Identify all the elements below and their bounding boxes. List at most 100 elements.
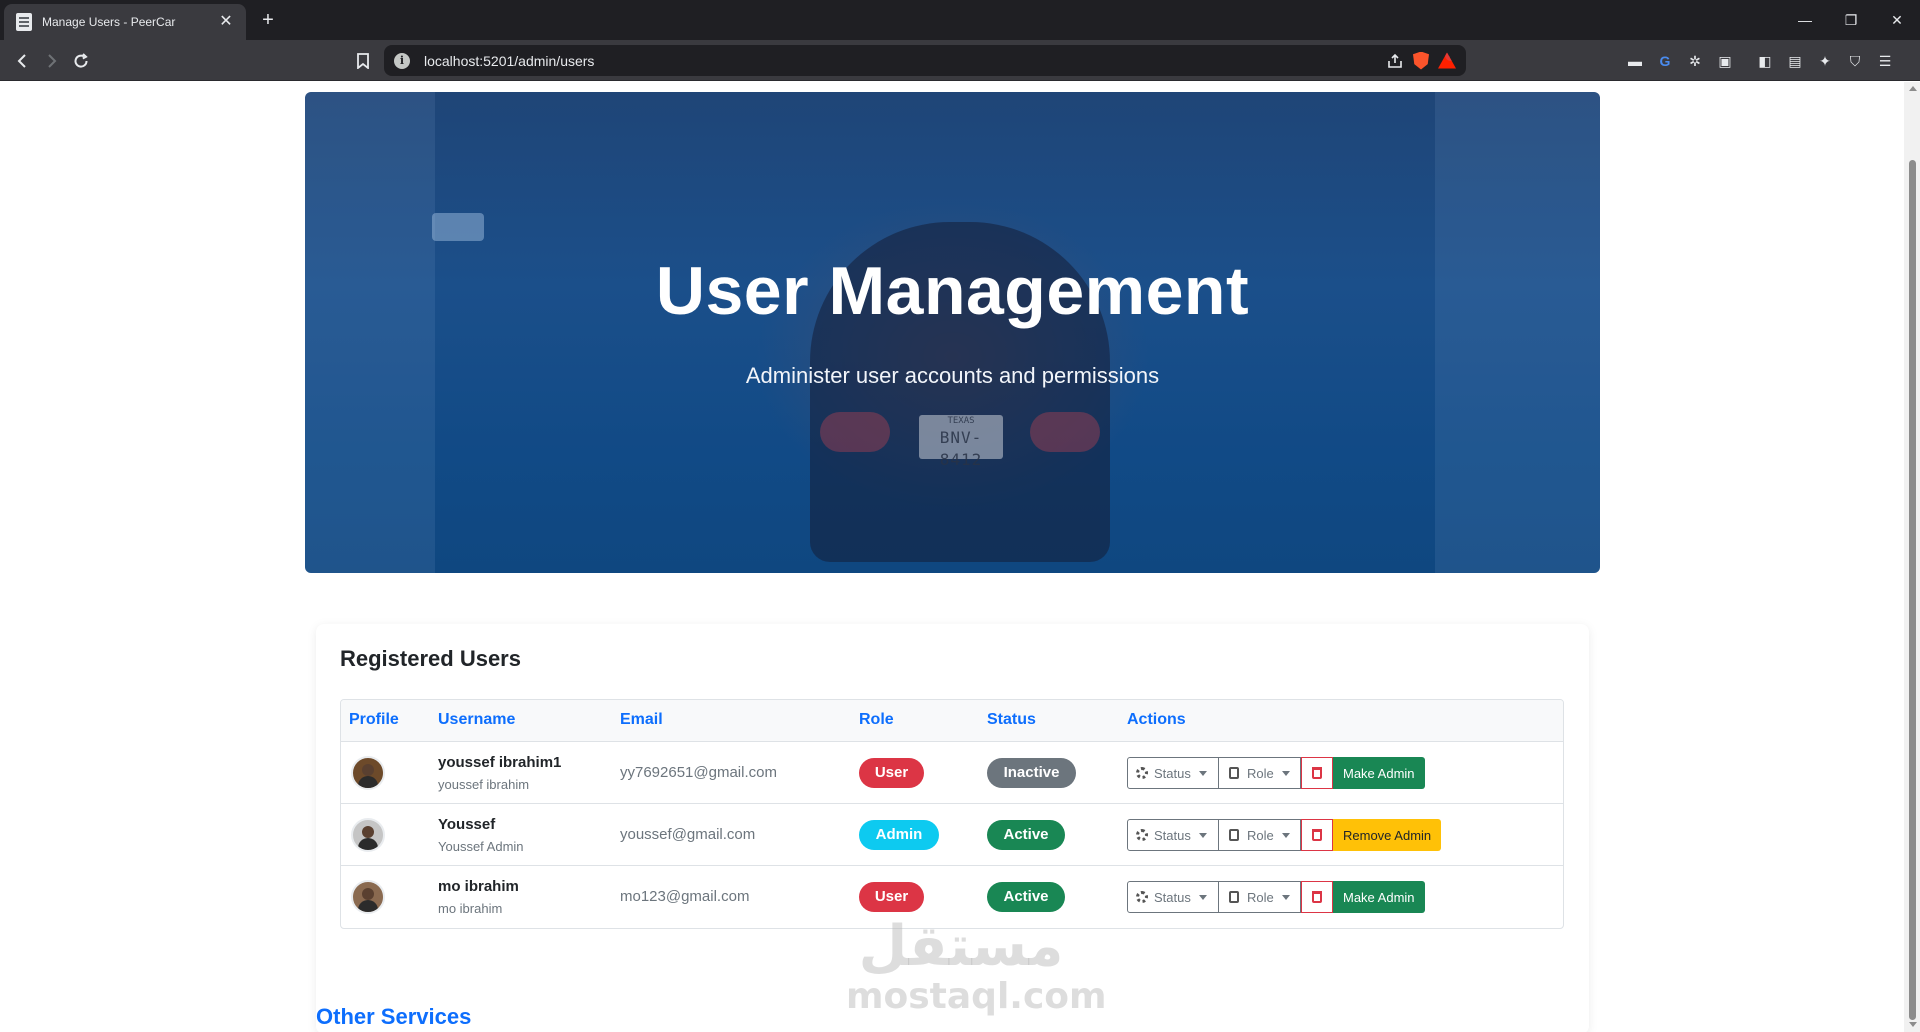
trash-icon (1312, 891, 1322, 903)
role-badge: Admin (859, 820, 939, 850)
brave-rewards-button[interactable]: 1 (1434, 48, 1460, 74)
full-name: Youssef Admin (438, 839, 524, 854)
role-dropdown-label: Role (1247, 765, 1274, 781)
watermark-latin: mostaql.com (846, 976, 1107, 1017)
plate-state: TEXAS (947, 416, 975, 426)
menu-hamburger-icon[interactable]: ☰ (1872, 48, 1898, 74)
caret-down-icon (1198, 832, 1207, 838)
username: youssef ibrahim1 (438, 754, 562, 771)
status-dropdown-label: Status (1154, 827, 1191, 843)
email: youssef@gmail.com (620, 826, 756, 843)
users-table: Profile Username Email Role Status Actio… (340, 699, 1564, 929)
hero-license-plate: TEXAS BNV-8412 (919, 415, 1003, 469)
forward-arrow-icon (48, 54, 57, 68)
role-dropdown-button[interactable]: Role (1219, 757, 1301, 789)
extensions-puzzle-icon[interactable]: ✲ (1682, 48, 1708, 74)
role-dropdown-label: Role (1247, 827, 1274, 843)
email: yy7692651@gmail.com (620, 764, 777, 781)
tab-title: Manage Users - PeerCar (42, 15, 176, 29)
wallet-icon[interactable]: ▤ (1782, 48, 1808, 74)
share-icon (1388, 53, 1402, 68)
bookmark-icon (357, 53, 369, 69)
page-favicon-icon (16, 13, 32, 31)
bookmark-button[interactable] (350, 48, 376, 74)
share-button[interactable] (1382, 48, 1408, 74)
reload-icon (74, 53, 88, 68)
window-close-button[interactable]: ✕ (1874, 0, 1920, 40)
card-title: Registered Users (340, 646, 521, 671)
extension-capture-icon[interactable]: ▣ (1712, 48, 1738, 74)
extension-grammar-icon[interactable]: G (1652, 48, 1678, 74)
column-header-profile: Profile (349, 711, 399, 728)
back-button[interactable] (10, 48, 36, 74)
delete-user-button[interactable] (1301, 881, 1333, 913)
page-viewport: TEXAS BNV-8412 User Management Administe… (0, 82, 1904, 1032)
page-subtitle: Administer user accounts and permissions (745, 363, 1160, 388)
page-scrollbar[interactable] (1904, 82, 1920, 1032)
scrollbar-thumb[interactable] (1909, 160, 1916, 1020)
hero-car-taillight (1030, 412, 1100, 452)
status-badge: Active (987, 820, 1065, 850)
caret-down-icon (1281, 770, 1290, 776)
brave-shields-button[interactable] (1408, 48, 1434, 74)
scroll-down-icon[interactable] (1909, 1022, 1917, 1027)
forward-button[interactable] (38, 48, 64, 74)
browser-tab-active[interactable]: Manage Users - PeerCar ✕ (4, 4, 246, 40)
status-badge: Inactive (987, 758, 1076, 788)
avatar (351, 818, 385, 852)
new-tab-button[interactable]: + (256, 8, 280, 32)
caret-down-icon (1198, 770, 1207, 776)
column-header-role: Role (859, 711, 894, 728)
hero-bg-building (305, 92, 435, 573)
hero-car-taillight (820, 412, 890, 452)
role-badge: User (859, 882, 924, 912)
make-admin-button[interactable]: Make Admin (1333, 881, 1425, 913)
role-dropdown-button[interactable]: Role (1219, 881, 1301, 913)
full-name: mo ibrahim (438, 901, 503, 916)
make-admin-button[interactable]: Make Admin (1333, 757, 1425, 789)
delete-user-button[interactable] (1301, 819, 1333, 851)
column-header-email: Email (620, 711, 663, 728)
hero-banner: TEXAS BNV-8412 User Management Administe… (305, 92, 1600, 573)
scroll-up-icon[interactable] (1909, 86, 1917, 91)
sidebar-toggle-icon[interactable]: ◧ (1752, 48, 1778, 74)
address-bar[interactable]: i localhost:5201/admin/users 1 (384, 45, 1466, 76)
tab-close-icon[interactable]: ✕ (216, 12, 236, 32)
column-header-status: Status (987, 711, 1036, 728)
address-url[interactable]: localhost:5201/admin/users (424, 53, 1382, 69)
status-dropdown-label: Status (1154, 889, 1191, 905)
status-dropdown-button[interactable]: Status (1127, 819, 1219, 851)
hero-bg-sign (432, 213, 484, 241)
table-row: youssef ibrahim1 youssef ibrahim yy76926… (341, 742, 1563, 804)
site-info-icon[interactable]: i (394, 52, 410, 69)
trash-icon (1312, 767, 1322, 779)
watermark-arabic: مستقل (858, 914, 1064, 979)
hero-bg-building (1435, 92, 1600, 573)
vpn-shield-icon[interactable]: ⛉ (1842, 48, 1868, 74)
caret-down-icon (1198, 894, 1207, 900)
role-dropdown-button[interactable]: Role (1219, 819, 1301, 851)
restore-button[interactable]: ❐ (1828, 0, 1874, 40)
browser-toolbar: i localhost:5201/admin/users 1 ▬ G ✲ ▣ ◧… (0, 40, 1920, 81)
role-dropdown-label: Role (1247, 889, 1274, 905)
column-header-username: Username (438, 711, 516, 728)
status-dropdown-button[interactable]: Status (1127, 881, 1219, 913)
remove-admin-button[interactable]: Remove Admin (1333, 819, 1442, 851)
extension-wallet-icon[interactable]: ▬ (1622, 48, 1648, 74)
brave-rewards-icon: 1 (1438, 52, 1456, 69)
window-controls: — ❐ ✕ (1782, 0, 1920, 40)
row-actions: Status Role Remove Admin (1127, 819, 1442, 851)
status-dropdown-label: Status (1154, 765, 1191, 781)
browser-tabstrip: Manage Users - PeerCar ✕ + — ❐ ✕ (0, 0, 1920, 40)
row-actions: Status Role Make Admin (1127, 757, 1425, 789)
brave-shield-icon (1413, 51, 1429, 70)
other-services-heading: Other Services (316, 1004, 472, 1029)
minimize-button[interactable]: — (1782, 0, 1828, 40)
leo-ai-icon[interactable]: ✦ (1812, 48, 1838, 74)
delete-user-button[interactable] (1301, 757, 1333, 789)
column-header-actions: Actions (1127, 711, 1186, 728)
row-actions: Status Role Make Admin (1127, 881, 1425, 913)
gear-icon (1136, 829, 1148, 841)
reload-button[interactable] (68, 48, 94, 74)
status-dropdown-button[interactable]: Status (1127, 757, 1219, 789)
